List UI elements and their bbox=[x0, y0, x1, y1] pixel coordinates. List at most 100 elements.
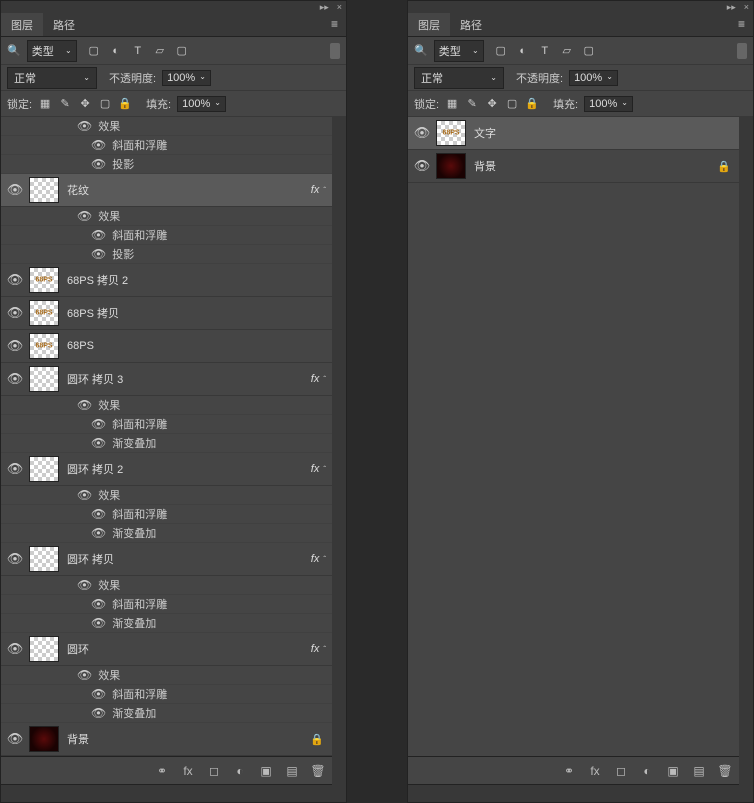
search-icon[interactable]: 🔍 bbox=[7, 44, 21, 57]
visibility-toggle[interactable]: 👁 bbox=[1, 371, 29, 387]
layer-thumbnail[interactable] bbox=[29, 177, 59, 203]
effect-item[interactable]: 👁斜面和浮雕 bbox=[1, 226, 332, 245]
layer-row[interactable]: 👁68PS文字 bbox=[408, 117, 739, 150]
eye-icon[interactable]: 👁 bbox=[91, 436, 106, 450]
layer-row[interactable]: 👁 花纹fxˆ bbox=[1, 174, 332, 207]
tab-layers[interactable]: 图层 bbox=[1, 13, 43, 36]
visibility-toggle[interactable]: 👁 bbox=[1, 305, 29, 321]
layer-row[interactable]: 👁背景🔒 bbox=[408, 150, 739, 183]
layer-name[interactable]: 68PS 拷贝 bbox=[67, 305, 332, 321]
link-layers-icon[interactable]: ⚭ bbox=[561, 763, 577, 779]
fx-indicator[interactable]: fx bbox=[311, 463, 320, 475]
effects-header[interactable]: 👁效果 bbox=[1, 576, 332, 595]
filter-kind-dropdown[interactable]: 类型 ⌄ bbox=[434, 40, 484, 62]
layer-thumbnail[interactable]: 68PS bbox=[436, 120, 466, 146]
eye-icon[interactable]: 👁 bbox=[91, 157, 106, 171]
lock-transparency-icon[interactable]: ▦ bbox=[38, 97, 52, 111]
new-layer-icon[interactable]: ▤ bbox=[284, 763, 300, 779]
layer-name[interactable]: 圆环 拷贝 2 bbox=[67, 461, 311, 477]
link-layers-icon[interactable]: ⚭ bbox=[154, 763, 170, 779]
effect-item[interactable]: 👁斜面和浮雕 bbox=[1, 415, 332, 434]
lock-paint-icon[interactable]: ✎ bbox=[465, 97, 479, 111]
layer-row[interactable]: 👁68PS 68PS 拷贝 bbox=[1, 297, 332, 330]
eye-icon[interactable]: 👁 bbox=[91, 228, 106, 242]
visibility-toggle[interactable]: 👁 bbox=[408, 125, 436, 141]
eye-icon[interactable]: 👁 bbox=[91, 507, 106, 521]
visibility-toggle[interactable]: 👁 bbox=[1, 182, 29, 198]
layer-row[interactable]: 👁68PS 68PS 拷贝 2 bbox=[1, 264, 332, 297]
fx-toggle-icon[interactable]: ˆ bbox=[323, 186, 326, 195]
fx-indicator[interactable]: fx bbox=[311, 184, 320, 196]
eye-icon[interactable]: 👁 bbox=[77, 668, 92, 682]
filter-smart-icon[interactable]: ▢ bbox=[175, 44, 189, 58]
effect-item[interactable]: 👁渐变叠加 bbox=[1, 434, 332, 453]
lock-all-icon[interactable]: 🔒 bbox=[118, 97, 132, 111]
tab-paths[interactable]: 路径 bbox=[43, 13, 85, 36]
visibility-toggle[interactable]: 👁 bbox=[1, 272, 29, 288]
layer-thumbnail[interactable] bbox=[436, 153, 466, 179]
close-icon[interactable]: × bbox=[337, 2, 342, 12]
adjustment-icon[interactable]: ◐ bbox=[639, 763, 655, 779]
eye-icon[interactable]: 👁 bbox=[91, 138, 106, 152]
filter-shape-icon[interactable]: ▱ bbox=[153, 44, 167, 58]
blend-mode-dropdown[interactable]: 正常 ⌄ bbox=[7, 67, 97, 89]
effects-header[interactable]: 👁效果 bbox=[1, 117, 332, 136]
effects-header[interactable]: 👁效果 bbox=[1, 207, 332, 226]
layer-row[interactable]: 👁 圆环 拷贝 2fxˆ bbox=[1, 453, 332, 486]
fx-icon[interactable]: fx bbox=[180, 763, 196, 779]
layer-name[interactable]: 圆环 bbox=[67, 641, 311, 657]
layer-thumbnail[interactable] bbox=[29, 456, 59, 482]
vertical-scrollbar[interactable] bbox=[739, 117, 753, 802]
fx-toggle-icon[interactable]: ˆ bbox=[323, 465, 326, 474]
eye-icon[interactable]: 👁 bbox=[91, 687, 106, 701]
layer-name[interactable]: 背景 bbox=[474, 158, 717, 174]
effect-item[interactable]: 👁投影 bbox=[1, 245, 332, 264]
new-layer-icon[interactable]: ▤ bbox=[691, 763, 707, 779]
fx-indicator[interactable]: fx bbox=[311, 373, 320, 385]
fx-toggle-icon[interactable]: ˆ bbox=[323, 645, 326, 654]
effect-item[interactable]: 👁渐变叠加 bbox=[1, 614, 332, 633]
vertical-scrollbar[interactable] bbox=[332, 117, 346, 802]
eye-icon[interactable]: 👁 bbox=[77, 209, 92, 223]
adjustment-icon[interactable]: ◐ bbox=[232, 763, 248, 779]
visibility-toggle[interactable]: 👁 bbox=[408, 158, 436, 174]
lock-nest-icon[interactable]: ▢ bbox=[98, 97, 112, 111]
group-icon[interactable]: ▣ bbox=[665, 763, 681, 779]
lock-nest-icon[interactable]: ▢ bbox=[505, 97, 519, 111]
layer-row[interactable]: 👁圆环 拷贝fxˆ bbox=[1, 543, 332, 576]
fx-toggle-icon[interactable]: ˆ bbox=[323, 555, 326, 564]
layer-name[interactable]: 68PS 拷贝 2 bbox=[67, 272, 332, 288]
visibility-toggle[interactable]: 👁 bbox=[1, 551, 29, 567]
eye-icon[interactable]: 👁 bbox=[77, 398, 92, 412]
filter-text-icon[interactable]: T bbox=[538, 44, 552, 58]
effect-item[interactable]: 👁斜面和浮雕 bbox=[1, 136, 332, 155]
filter-image-icon[interactable]: ▢ bbox=[87, 44, 101, 58]
mask-icon[interactable]: ◻ bbox=[206, 763, 222, 779]
layer-name[interactable]: 68PS bbox=[67, 340, 332, 352]
search-icon[interactable]: 🔍 bbox=[414, 44, 428, 57]
layer-thumbnail[interactable]: 68PS bbox=[29, 300, 59, 326]
layer-thumbnail[interactable]: 68PS bbox=[29, 267, 59, 293]
layer-name[interactable]: 花纹 bbox=[67, 182, 311, 198]
effects-header[interactable]: 👁效果 bbox=[1, 666, 332, 685]
filter-toggle[interactable] bbox=[330, 43, 340, 59]
visibility-toggle[interactable]: 👁 bbox=[1, 461, 29, 477]
lock-all-icon[interactable]: 🔒 bbox=[525, 97, 539, 111]
layer-thumbnail[interactable]: 68PS bbox=[29, 333, 59, 359]
effects-header[interactable]: 👁效果 bbox=[1, 486, 332, 505]
mask-icon[interactable]: ◻ bbox=[613, 763, 629, 779]
filter-kind-dropdown[interactable]: 类型 ⌄ bbox=[27, 40, 77, 62]
visibility-toggle[interactable]: 👁 bbox=[1, 731, 29, 747]
layer-name[interactable]: 圆环 拷贝 bbox=[67, 551, 311, 567]
filter-shape-icon[interactable]: ▱ bbox=[560, 44, 574, 58]
eye-icon[interactable]: 👁 bbox=[91, 417, 106, 431]
eye-icon[interactable]: 👁 bbox=[91, 706, 106, 720]
trash-icon[interactable]: 🗑 bbox=[310, 763, 326, 779]
effect-item[interactable]: 👁渐变叠加 bbox=[1, 704, 332, 723]
layer-row[interactable]: 👁背景🔒 bbox=[1, 723, 332, 756]
trash-icon[interactable]: 🗑 bbox=[717, 763, 733, 779]
layer-thumbnail[interactable] bbox=[29, 546, 59, 572]
fill-input[interactable]: 100% ⌄ bbox=[177, 96, 226, 112]
eye-icon[interactable]: 👁 bbox=[77, 488, 92, 502]
lock-paint-icon[interactable]: ✎ bbox=[58, 97, 72, 111]
